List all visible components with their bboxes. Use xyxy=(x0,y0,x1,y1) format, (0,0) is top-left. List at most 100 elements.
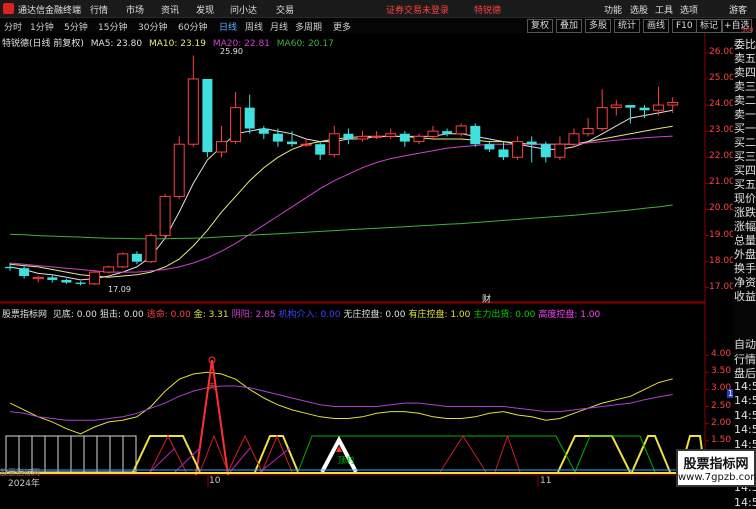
indicator-value-1: 狙击: 0.00 xyxy=(99,310,144,320)
candle-body xyxy=(568,133,580,145)
candle-body xyxy=(470,125,481,145)
candle-body xyxy=(32,276,44,280)
candle-body xyxy=(244,107,255,129)
side-panel-item-18[interactable]: 收益 xyxy=(734,288,756,304)
ma10-label: MA10: 23.19 xyxy=(148,39,206,49)
candle-body xyxy=(357,135,368,140)
red-triangle xyxy=(494,434,521,473)
price-tick-label: 21.00 xyxy=(709,177,735,188)
indicator-line-1 xyxy=(9,385,673,421)
candle-body xyxy=(187,78,199,145)
candle-body xyxy=(328,133,340,156)
candle-body xyxy=(216,141,227,153)
badge-title: 股票指标网 xyxy=(683,457,749,472)
control-box xyxy=(96,435,111,473)
main-chart-legend: 特锐德(日线 前复权) MA5: 23.80 MA10: 23.19 MA20:… xyxy=(2,36,338,49)
price-tick-label: 17.00 xyxy=(709,281,735,292)
indicator-tick-label: 2.50 xyxy=(711,400,732,411)
site-badge: 股票指标网 www.7gpzb.com xyxy=(676,449,756,487)
low-price-label: 17.09 xyxy=(108,285,131,294)
indicator-value-3: 金: 3.31 xyxy=(193,310,229,320)
candle-body xyxy=(371,135,383,138)
price-tick-label: 20.00 xyxy=(709,203,735,214)
ma-line-ma10 xyxy=(9,125,673,278)
candle-body xyxy=(554,143,566,158)
ma-line-ma20 xyxy=(9,135,673,273)
candle-body xyxy=(498,149,509,158)
candle-body xyxy=(582,128,594,135)
candle-body xyxy=(526,141,537,145)
side-panel-item-24[interactable]: 14:50 xyxy=(734,409,756,422)
price-tick-label: 22.00 xyxy=(709,151,735,162)
indicator-tick-label: 4.00 xyxy=(711,349,732,360)
indicator-values: 见底: 0.00 狙击: 0.00 逃命: 0.00 金: 3.31 阴阳: 2.85 机… xyxy=(53,310,603,320)
candle-body xyxy=(610,104,622,109)
candle-body xyxy=(413,135,425,143)
side-panel-item-23[interactable]: 14:50 xyxy=(734,394,756,407)
candle-body xyxy=(442,131,453,134)
finance-event-icon[interactable]: 财 xyxy=(482,292,491,305)
candle-body xyxy=(484,144,495,150)
ma5-label: MA5: 23.80 xyxy=(90,39,143,49)
ding-signal-label: 顶利 xyxy=(338,456,354,465)
candle-body xyxy=(47,277,58,280)
magenta-line xyxy=(149,447,176,473)
control-box xyxy=(44,435,59,473)
side-panel-item-25[interactable]: 14:50 xyxy=(734,423,756,436)
candle-body xyxy=(89,271,101,285)
side-panel-item-22[interactable]: 14:50 xyxy=(734,380,756,393)
candle-body xyxy=(159,195,171,237)
chart-title: 特锐德(日线 前复权) xyxy=(2,39,84,49)
candle-body xyxy=(300,143,312,146)
indicator-tick-label: 3.50 xyxy=(711,366,732,377)
yellow-control-band xyxy=(254,435,299,473)
candle-body xyxy=(639,107,650,111)
indicator-tick-label: 2.00 xyxy=(711,417,732,428)
control-box xyxy=(109,435,124,473)
control-box xyxy=(83,435,98,473)
ma-line-ma60 xyxy=(9,204,673,240)
tian-signal-label: 天 xyxy=(208,382,216,391)
indicator-value-5: 机构介入: 0.00 xyxy=(278,310,341,320)
yellow-control-band xyxy=(132,435,201,473)
badge-url: www.7gpzb.com xyxy=(678,472,756,483)
high-price-label: 25.90 xyxy=(220,47,243,56)
indicator-value-6: 无庄控盘: 0.00 xyxy=(343,310,406,320)
side-panel-item-30[interactable]: 14:50 xyxy=(734,496,756,509)
candle-body xyxy=(667,101,679,106)
watermark-text: 股票指标网 xyxy=(0,468,40,477)
quote-side-panel: 委比 卖五 卖四 卖三 卖二 卖一 买一 买二 买三 买四 买五 现价 涨跌 涨幅 总量 外盘 换手 净资 收益 自动… xyxy=(733,33,756,509)
price-tick-label: 24.00 xyxy=(709,99,735,110)
chart-canvas[interactable] xyxy=(0,0,756,487)
price-tick-label: 23.00 xyxy=(709,125,735,136)
indicator-legend: 股票指标网 见底: 0.00 狙击: 0.00 逃命: 0.00 金: 3.31 阴阳:… xyxy=(2,307,606,320)
candle-body xyxy=(287,141,297,145)
candle-body xyxy=(625,105,636,108)
yellow-control-band xyxy=(631,435,671,473)
indicator-value-9: 高度控盘: 1.00 xyxy=(538,310,601,320)
indicator-value-4: 阴阳: 2.85 xyxy=(231,310,276,320)
candle-body xyxy=(385,133,397,137)
indicator-value-8: 主力出货: 0.00 xyxy=(473,310,536,320)
control-box xyxy=(122,435,137,473)
candle-body xyxy=(61,279,72,283)
ma60-label: MA60: 20.17 xyxy=(276,39,334,49)
indicator-value-7: 有庄控盘: 1.00 xyxy=(408,310,471,320)
candle-body xyxy=(202,78,213,153)
candle-body xyxy=(258,128,269,134)
candle-body xyxy=(455,125,467,135)
indicator-tick-label: 1.50 xyxy=(711,434,732,445)
candle-body xyxy=(343,133,354,139)
indicator-line-0 xyxy=(9,371,673,435)
candle-body xyxy=(117,253,129,268)
price-tick-label: 26.00 xyxy=(709,46,735,57)
candle-body xyxy=(540,144,551,158)
candle-body xyxy=(596,107,608,130)
candle-body xyxy=(145,235,157,263)
candle-body xyxy=(427,130,439,137)
indicator-name: 股票指标网 xyxy=(2,310,48,320)
candle-body xyxy=(399,133,410,142)
date-label-oct: 10 xyxy=(209,476,221,486)
candle-body xyxy=(230,107,242,143)
candle-body xyxy=(173,143,185,197)
